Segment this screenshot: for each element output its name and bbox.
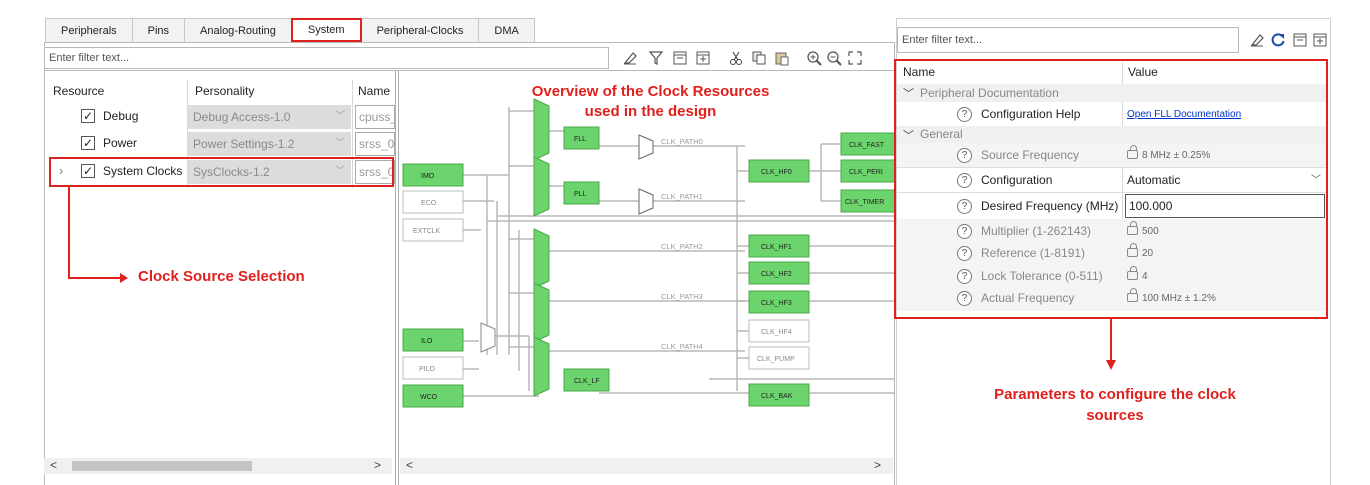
clk-lf-block[interactable]: CLK_LF <box>574 378 600 385</box>
right-filter-input[interactable]: Enter filter text... <box>897 27 1239 53</box>
scroll-thumb[interactable] <box>72 461 252 471</box>
fit-icon[interactable] <box>847 50 863 66</box>
fll-block[interactable]: FLL <box>574 136 586 143</box>
table-row[interactable]: ✓ Debug Debug Access-1.0 ﹀ cpuss_ <box>45 104 395 130</box>
name-field[interactable]: srss_0 <box>355 132 395 156</box>
tab-pins[interactable]: Pins <box>131 18 186 42</box>
clk-peri-block[interactable]: CLK_PERI <box>849 169 883 176</box>
personality-value: Power Settings-1.2 <box>193 137 295 151</box>
wco-block[interactable]: WCO <box>420 394 438 401</box>
clk-timer-block[interactable]: CLK_TIMER <box>845 199 884 206</box>
tab-bar: Peripherals Pins Analog-Routing System P… <box>45 18 535 42</box>
tab-analog-routing[interactable]: Analog-Routing <box>184 18 292 42</box>
name-column-header[interactable]: Name <box>358 80 390 102</box>
extclk-block[interactable]: EXTCLK <box>413 228 441 235</box>
clk-hf1-block[interactable]: CLK_HF1 <box>761 244 792 251</box>
cut-icon[interactable] <box>728 50 744 66</box>
personality-column-header[interactable]: Personality <box>195 80 254 102</box>
scroll-left-icon[interactable]: < <box>50 458 57 472</box>
path-label: CLK_PATH4 <box>661 342 703 351</box>
parameters-annotation: Parameters to configure the clock source… <box>994 386 1236 424</box>
chevron-down-icon: ﹀ <box>335 138 345 149</box>
scroll-right-icon[interactable]: > <box>374 458 381 472</box>
personality-value: Debug Access-1.0 <box>193 110 291 124</box>
path-label: CLK_PATH3 <box>661 292 703 301</box>
path-mux2[interactable] <box>533 228 550 289</box>
scroll-left-icon[interactable]: < <box>406 458 413 472</box>
path-label: CLK_PATH2 <box>661 242 703 251</box>
tab-dma[interactable]: DMA <box>478 18 535 42</box>
path-label: CLK_PATH1 <box>661 192 703 201</box>
table-row[interactable]: ✓ Power Power Settings-1.2 ﹀ srss_0 <box>45 131 395 157</box>
clock-source-annotation: Clock Source Selection <box>138 268 305 285</box>
expand-all-icon[interactable] <box>695 50 711 66</box>
scroll-right-icon[interactable]: > <box>874 458 881 472</box>
resource-label: Debug <box>103 109 139 123</box>
copy-icon[interactable] <box>751 50 767 66</box>
clk-hf0-block[interactable]: CLK_HF0 <box>761 169 792 176</box>
parameters-arrow <box>1106 318 1116 370</box>
pane-divider <box>395 70 396 485</box>
clk-hf3-block[interactable]: CLK_HF3 <box>761 300 792 307</box>
filter-icon[interactable] <box>648 50 664 66</box>
zoom-out-icon[interactable] <box>826 50 842 66</box>
refresh-icon[interactable] <box>1270 32 1286 48</box>
diagram-scrollbar[interactable]: < > <box>400 458 893 474</box>
clock-source-arrow <box>68 187 128 283</box>
path-mux4[interactable] <box>533 336 550 397</box>
expand-all-icon[interactable] <box>1312 32 1328 48</box>
eraser-icon[interactable] <box>1249 32 1265 48</box>
pilo-block[interactable]: PILO <box>419 366 436 373</box>
clk-hf2-block[interactable]: CLK_HF2 <box>761 271 792 278</box>
ilo-block[interactable]: ILO <box>421 338 433 345</box>
pll-block[interactable]: PLL <box>574 191 587 198</box>
power-checkbox[interactable]: ✓ <box>81 136 95 150</box>
system-clocks-highlight <box>49 157 394 187</box>
clk-fast-block[interactable]: CLK_FAST <box>849 142 885 149</box>
zoom-in-icon[interactable] <box>806 50 822 66</box>
overview-annotation: Overview of the Clock Resources used in … <box>531 83 770 120</box>
eraser-icon[interactable] <box>622 50 638 66</box>
imo-block[interactable]: IMO <box>421 173 435 180</box>
path-label: CLK_PATH0 <box>661 137 703 146</box>
name-field[interactable]: cpuss_ <box>355 105 395 129</box>
clock-diagram: CLK_PATH0 CLK_PATH1 CLK_PATH2 CLK_PATH3 … <box>402 98 895 408</box>
personality-select[interactable]: Debug Access-1.0 ﹀ <box>188 105 351 129</box>
debug-checkbox[interactable]: ✓ <box>81 109 95 123</box>
collapse-all-icon[interactable] <box>672 50 688 66</box>
path-mux3[interactable] <box>533 282 550 343</box>
collapse-all-icon[interactable] <box>1292 32 1308 48</box>
parameters-highlight <box>894 59 1328 319</box>
path-mux1[interactable] <box>533 156 550 217</box>
resource-label: Power <box>103 136 138 150</box>
clk-bak-block[interactable]: CLK_BAK <box>761 393 793 400</box>
chevron-down-icon: ﹀ <box>335 111 345 122</box>
tab-peripherals[interactable]: Peripherals <box>45 18 133 42</box>
tab-system[interactable]: System <box>290 18 362 42</box>
resource-scrollbar[interactable]: < > <box>44 458 392 474</box>
paste-icon[interactable] <box>774 50 790 66</box>
clk-hf4-block[interactable]: CLK_HF4 <box>761 329 792 336</box>
left-filter-input[interactable]: Enter filter text... <box>44 47 609 69</box>
personality-select[interactable]: Power Settings-1.2 ﹀ <box>188 132 351 156</box>
resource-column-header[interactable]: Resource <box>53 80 104 102</box>
tab-peripheral-clocks[interactable]: Peripheral-Clocks <box>360 18 480 42</box>
eco-block[interactable]: ECO <box>421 200 437 207</box>
clk-pump-block[interactable]: CLK_PUMP <box>757 356 795 363</box>
